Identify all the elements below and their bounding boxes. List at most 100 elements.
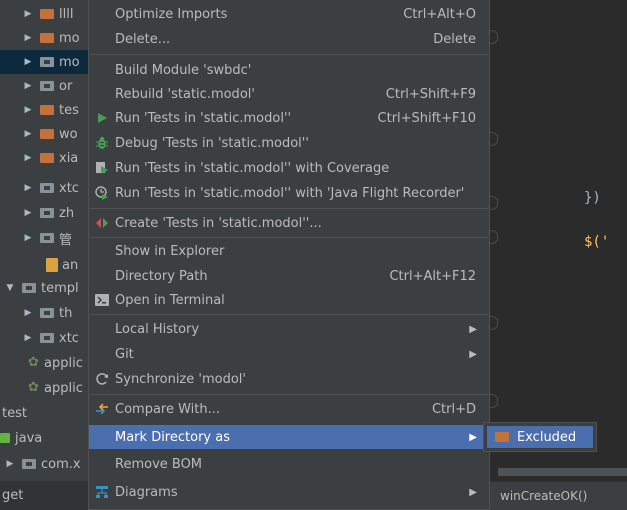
folder-icon: [40, 33, 54, 43]
submenu-item-excluded[interactable]: Excluded: [487, 426, 593, 448]
diagram-icon: [89, 480, 115, 504]
menu-item-run-with-coverage[interactable]: Run 'Tests in 'static.modol'' with Cover…: [89, 156, 489, 180]
menu-item-run-with-jfr[interactable]: Run 'Tests in 'static.modol'' with 'Java…: [89, 181, 489, 205]
tree-item[interactable]: get: [0, 481, 100, 510]
tree-item[interactable]: ▶ zh: [0, 201, 100, 225]
expand-arrow-icon[interactable]: ▶: [22, 308, 34, 318]
menu-separator: [90, 54, 488, 55]
tree-item[interactable]: ▶ or: [0, 74, 100, 98]
excluded-folder-icon: [495, 432, 509, 442]
menu-item-create-tests-config[interactable]: Create 'Tests in 'static.modol''...: [89, 211, 489, 235]
expand-arrow-icon[interactable]: ▶: [22, 153, 34, 163]
menu-item-rebuild[interactable]: Rebuild 'static.modol' Ctrl+Shift+F9: [89, 82, 489, 106]
expand-arrow-icon[interactable]: ▶: [4, 459, 16, 469]
expand-arrow-icon[interactable]: ▶: [22, 105, 34, 115]
tree-item[interactable]: an: [0, 253, 100, 277]
package-folder-icon: [40, 233, 54, 243]
compare-icon: [89, 397, 115, 421]
collapse-arrow-icon[interactable]: ▼: [4, 283, 16, 293]
menu-item-run-tests[interactable]: Run 'Tests in 'static.modol'' Ctrl+Shift…: [89, 106, 489, 130]
menu-item-local-history[interactable]: Local History ▶: [89, 317, 489, 341]
sync-icon: [89, 367, 115, 391]
mark-directory-submenu: Excluded: [483, 422, 597, 452]
menu-item-directory-path[interactable]: Directory Path Ctrl+Alt+F12: [89, 264, 489, 288]
tree-item[interactable]: ✿ applic: [0, 376, 100, 400]
tree-item-label: get: [2, 488, 24, 503]
spring-config-icon: ✿: [28, 380, 39, 395]
tree-item-label: com.x: [41, 456, 81, 472]
tree-item-label: zh: [59, 205, 75, 221]
tree-item[interactable]: ▶ tes: [0, 98, 100, 122]
submenu-item-label: Excluded: [517, 429, 577, 445]
tree-item[interactable]: ▶ th: [0, 301, 100, 325]
menu-item-optimize-imports[interactable]: Optimize Imports Ctrl+Alt+O: [89, 2, 489, 26]
horizontal-scrollbar[interactable]: [498, 468, 627, 476]
menu-item-show-in-explorer[interactable]: Show in Explorer: [89, 239, 489, 263]
expand-arrow-icon[interactable]: ▶: [22, 33, 34, 43]
menu-item-delete[interactable]: Delete... Delete: [89, 27, 489, 51]
source-folder-icon: [0, 433, 10, 443]
package-folder-icon: [40, 81, 54, 91]
folder-icon: [40, 9, 54, 19]
expand-arrow-icon[interactable]: ▶: [22, 57, 34, 67]
tree-item-label: xtc: [59, 180, 79, 196]
menu-item-diagrams[interactable]: Diagrams ▶: [89, 480, 489, 504]
tree-item-selected[interactable]: ▶ mo: [0, 50, 100, 74]
folder-icon: [40, 105, 54, 115]
expand-arrow-icon[interactable]: ▶: [22, 233, 34, 243]
package-folder-icon: [40, 57, 54, 67]
run-icon: [89, 106, 115, 130]
tree-item-label: mo: [59, 30, 80, 46]
package-folder-icon: [40, 308, 54, 318]
code-line: $(': [584, 234, 610, 250]
expand-arrow-icon[interactable]: ▶: [22, 9, 34, 19]
package-folder-icon: [40, 208, 54, 218]
tree-item[interactable]: ▶ llll: [0, 2, 100, 26]
profiler-icon: [89, 181, 115, 205]
menu-item-remove-bom[interactable]: Remove BOM: [89, 452, 489, 476]
breadcrumb-label: winCreateOK(): [500, 489, 588, 503]
tree-item[interactable]: test: [0, 401, 100, 425]
tree-item-label: java: [15, 430, 43, 446]
tree-item[interactable]: ▶ xtc: [0, 326, 100, 350]
tree-item[interactable]: ✿ applic: [0, 351, 100, 375]
menu-item-synchronize[interactable]: Synchronize 'modol': [89, 367, 489, 391]
menu-item-compare-with[interactable]: Compare With... Ctrl+D: [89, 397, 489, 421]
expand-arrow-icon[interactable]: ▶: [22, 183, 34, 193]
breadcrumb-tab[interactable]: winCreateOK(): [488, 481, 627, 510]
expand-arrow-icon[interactable]: ▶: [22, 81, 34, 91]
tree-item[interactable]: java: [0, 426, 100, 450]
menu-item-debug-tests[interactable]: Debug 'Tests in 'static.modol'': [89, 131, 489, 155]
spring-config-icon: ✿: [28, 355, 39, 370]
code-line: }): [584, 190, 601, 206]
tree-item-label: applic: [44, 380, 83, 396]
tree-item[interactable]: ▶ xtc: [0, 176, 100, 200]
folder-icon: [40, 129, 54, 139]
tree-item[interactable]: ▼ templ: [0, 276, 100, 300]
menu-item-mark-directory-as[interactable]: Mark Directory as ▶: [89, 425, 489, 449]
menu-separator: [90, 394, 488, 395]
package-folder-icon: [40, 333, 54, 343]
submenu-arrow-icon: ▶: [469, 486, 477, 498]
menu-item-open-in-terminal[interactable]: Open in Terminal: [89, 288, 489, 312]
tree-item-label: 管: [59, 232, 73, 248]
package-folder-icon: [22, 283, 36, 293]
tree-item[interactable]: ▶ mo: [0, 26, 100, 50]
context-menu: Optimize Imports Ctrl+Alt+O Delete... De…: [88, 0, 490, 510]
tree-item[interactable]: ▶ wo: [0, 122, 100, 146]
expand-arrow-icon[interactable]: ▶: [22, 129, 34, 139]
menu-separator: [90, 314, 488, 315]
tree-item-label: th: [59, 305, 73, 321]
tree-item-label: an: [62, 257, 79, 273]
tree-item[interactable]: ▶ 管: [0, 226, 100, 250]
coverage-icon: [89, 156, 115, 180]
menu-item-build-module[interactable]: Build Module 'swbdc': [89, 58, 489, 82]
expand-arrow-icon[interactable]: ▶: [22, 333, 34, 343]
tree-item-label: xtc: [59, 330, 79, 346]
expand-arrow-icon[interactable]: ▶: [22, 208, 34, 218]
tree-item-label: applic: [44, 355, 83, 371]
menu-item-git[interactable]: Git ▶: [89, 342, 489, 366]
tree-item[interactable]: ▶ xia: [0, 146, 100, 170]
tree-item[interactable]: ▶ com.x: [0, 452, 100, 476]
tree-item-label: mo: [59, 54, 80, 70]
